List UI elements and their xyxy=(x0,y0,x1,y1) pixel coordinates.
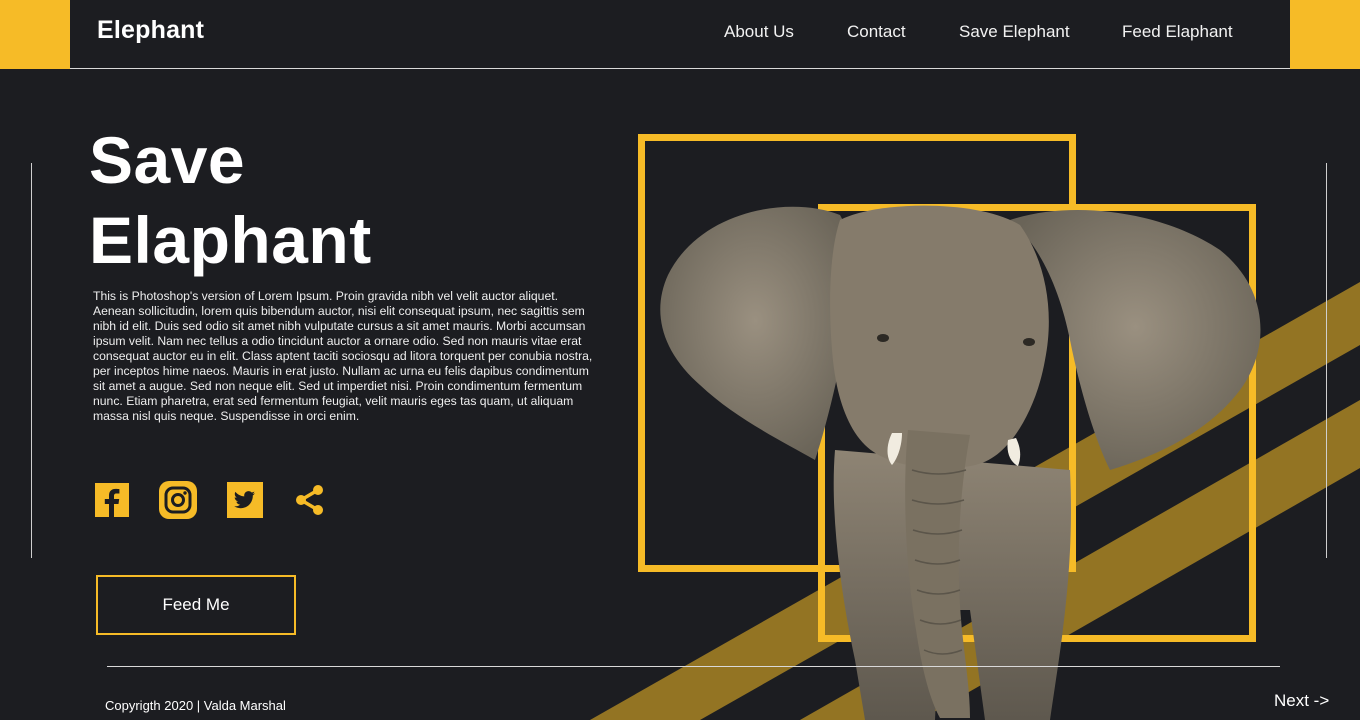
brand-logo[interactable]: Elephant xyxy=(97,16,204,45)
elephant-left-eye xyxy=(877,334,889,342)
feed-me-button[interactable]: Feed Me xyxy=(96,575,296,635)
left-divider xyxy=(31,163,32,558)
right-divider xyxy=(1326,163,1327,558)
elephant-image xyxy=(660,205,1261,720)
nav-about-us[interactable]: About Us xyxy=(724,22,794,42)
nav-feed-elephant[interactable]: Feed Elaphant xyxy=(1122,22,1233,42)
facebook-icon[interactable] xyxy=(92,480,132,520)
elephant-right-eye xyxy=(1023,338,1035,346)
title-line-1: Save xyxy=(89,123,246,197)
navbar: Elephant About Us Contact Save Elephant … xyxy=(70,0,1290,69)
footer-divider xyxy=(107,666,1280,667)
page-title: Save Elaphant xyxy=(89,120,372,280)
elephant-head xyxy=(830,205,1049,468)
nav-save-elephant[interactable]: Save Elephant xyxy=(959,22,1070,42)
accent-block-right xyxy=(1290,0,1360,69)
copyright-text: Copyrigth 2020 | Valda Marshal xyxy=(105,698,286,713)
elephant-right-tusk xyxy=(1007,438,1021,466)
nav-contact[interactable]: Contact xyxy=(847,22,906,42)
share-icon[interactable] xyxy=(290,480,330,520)
title-line-2: Elaphant xyxy=(89,203,372,277)
twitter-icon[interactable] xyxy=(225,480,265,520)
next-link[interactable]: Next -> xyxy=(1274,691,1329,711)
instagram-icon[interactable] xyxy=(158,480,198,520)
elephant-left-ear xyxy=(660,206,850,460)
accent-block-left xyxy=(0,0,70,69)
hero-description: This is Photoshop's version of Lorem Ips… xyxy=(93,289,593,423)
